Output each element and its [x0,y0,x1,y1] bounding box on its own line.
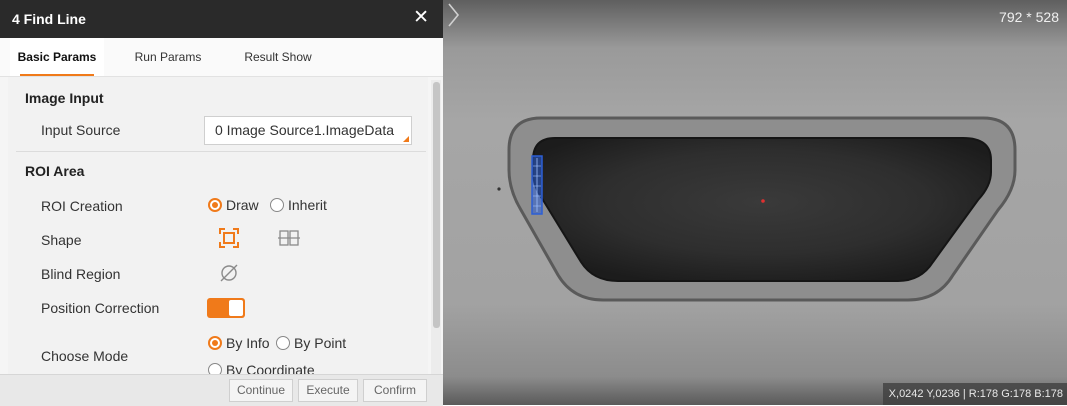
scrollbar-thumb[interactable] [433,82,440,328]
image-dimensions: 792 * 528 [999,9,1059,25]
mode-by-point-label: By Point [294,335,347,351]
center-marker [761,199,765,203]
section-image-input: Image Input [25,90,104,106]
blind-region-icon[interactable] [218,262,240,284]
tab-basic-params[interactable]: Basic Params [10,38,104,76]
mode-by-coordinate-radio[interactable]: By Coordinate [208,362,315,374]
inspection-image [443,0,1067,405]
roi-draw-radio[interactable]: Draw [208,197,259,213]
panel-footer: Continue Execute Confirm [0,374,443,406]
roi-caliper-region[interactable] [531,155,543,215]
close-icon[interactable]: ✕ [413,8,429,27]
radio-selected-icon [208,336,222,350]
divider [16,151,426,152]
resize-corner-icon [403,136,409,142]
rectangle-roi-icon[interactable] [218,227,240,249]
roi-draw-label: Draw [226,197,259,213]
image-viewer[interactable]: 792 * 528 X,0242 Y,0236 | R:178 G:178 B:… [443,0,1067,405]
roi-creation-label: ROI Creation [41,198,123,214]
panel-title: 4 Find Line [12,11,86,27]
tab-result-show[interactable]: Result Show [228,38,328,76]
execute-button[interactable]: Execute [298,379,358,402]
radio-unselected-icon [270,198,284,212]
roi-inherit-label: Inherit [288,197,327,213]
blind-region-label: Blind Region [41,266,121,282]
tab-run-params[interactable]: Run Params [123,38,213,76]
position-correction-toggle[interactable] [207,298,245,318]
pixel-status-bar: X,0242 Y,0236 | R:178 G:178 B:178 [882,383,1067,405]
radio-unselected-icon [208,363,222,374]
mode-by-coordinate-label: By Coordinate [226,362,315,374]
mode-overflow-clip: By Coordinate [0,362,430,374]
find-line-panel: 4 Find Line ✕ Basic Params Run Params Re… [0,0,443,406]
mode-by-info-label: By Info [226,335,270,351]
input-source-value: 0 Image Source1.ImageData [215,122,394,138]
panel-titlebar: 4 Find Line ✕ [0,0,443,38]
section-roi-area: ROI Area [25,163,85,179]
toggle-knob [229,300,243,316]
shape-label: Shape [41,232,82,248]
roi-inherit-radio[interactable]: Inherit [270,197,327,213]
multi-roi-icon[interactable] [278,227,300,249]
input-source-field[interactable]: 0 Image Source1.ImageData [204,116,412,145]
radio-unselected-icon [276,336,290,350]
radio-selected-icon [208,198,222,212]
mode-by-point-radio[interactable]: By Point [276,335,346,351]
input-source-label: Input Source [41,122,121,138]
continue-button[interactable]: Continue [229,379,293,402]
mode-by-info-radio[interactable]: By Info [208,335,270,351]
tab-bar: Basic Params Run Params Result Show [0,38,443,77]
chevron-right-icon[interactable] [443,0,463,30]
confirm-button[interactable]: Confirm [363,379,427,402]
position-correction-label: Position Correction [41,300,160,316]
panel-scrollbar[interactable] [431,80,441,376]
